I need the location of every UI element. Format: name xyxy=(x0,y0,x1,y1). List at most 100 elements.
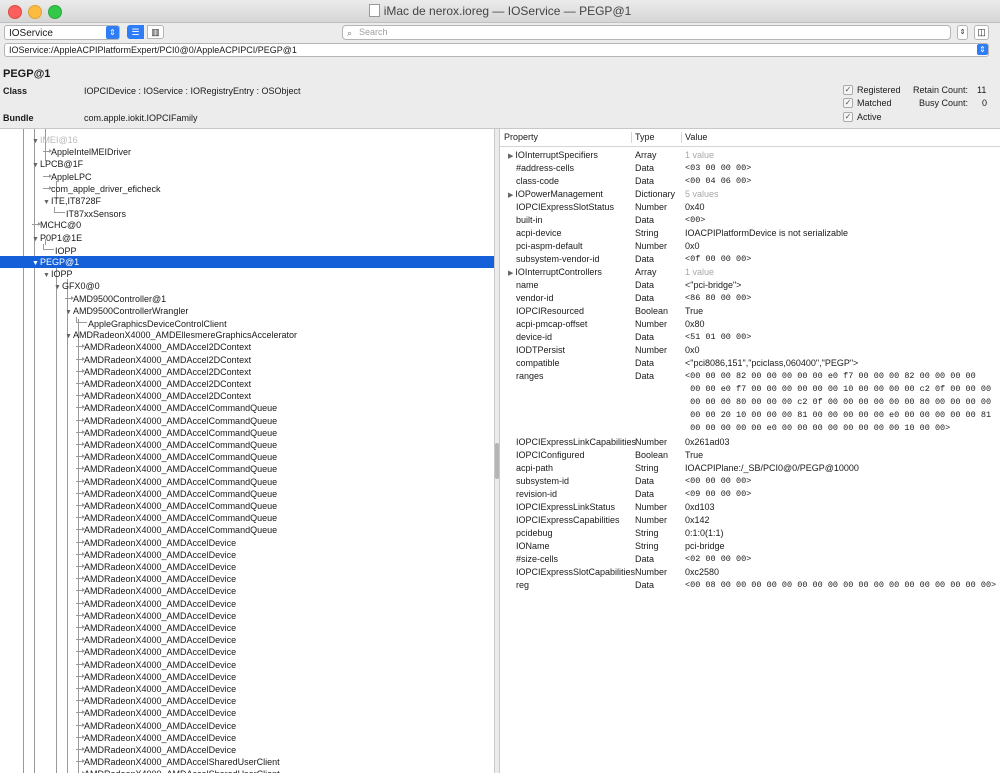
disclosure-triangle-icon[interactable]: ▼ xyxy=(32,162,39,169)
tree-node[interactable]: AMDRadeonX4000_AMDAccelDevice xyxy=(76,573,236,585)
tree-node[interactable]: ▼LPCB@1F xyxy=(32,158,83,170)
tree-node[interactable]: AMDRadeonX4000_AMDAccel2DContext xyxy=(76,354,251,366)
disclosure-triangle-icon[interactable]: ▼ xyxy=(32,138,39,145)
tree-node[interactable]: ▼IOPP xyxy=(43,268,72,280)
disclosure-triangle-icon[interactable]: ▼ xyxy=(32,236,39,243)
property-row[interactable]: compatible Data <"pci8086,151","pciclass,0… xyxy=(500,357,1000,369)
tree-node[interactable]: AMD9500Controller@1 xyxy=(65,293,166,305)
column-view-button[interactable]: ▥ xyxy=(147,25,164,39)
list-view-button[interactable]: ☰ xyxy=(127,25,144,39)
tree-node[interactable]: ▼ITE,IT8728F xyxy=(43,195,101,207)
tree-node[interactable]: AMDRadeonX4000_AMDAccelCommandQueue xyxy=(76,512,277,524)
property-row[interactable]: IOPCIExpressLinkCapabilities Number 0x261a… xyxy=(500,436,1000,448)
tree-node[interactable]: AMDRadeonX4000_AMDAccelDevice xyxy=(76,622,236,634)
tree-node[interactable]: AMDRadeonX4000_AMDAccelCommandQueue xyxy=(76,500,277,512)
column-header-property[interactable]: Property xyxy=(504,129,538,146)
tree-node[interactable]: AMDRadeonX4000_AMDAccel2DContext xyxy=(76,366,251,378)
plane-select[interactable]: IOService ⇕ xyxy=(4,25,120,40)
tree-node[interactable]: AMDRadeonX4000_AMDAccelDevice xyxy=(76,695,236,707)
tree-node[interactable]: AMDRadeonX4000_AMDAccelDevice xyxy=(76,598,236,610)
active-checkbox[interactable]: ✓ xyxy=(843,112,853,122)
property-row[interactable]: IOPCIExpressCapabilities Number 0x142 xyxy=(500,514,1000,526)
tree-node[interactable]: AMDRadeonX4000_AMDAccelSharedUserClient xyxy=(76,756,280,768)
tree-node[interactable]: ▼P0P1@1E xyxy=(32,232,82,244)
tree-node[interactable]: AMDRadeonX4000_AMDAccel2DContext xyxy=(76,390,251,402)
tree-node[interactable]: AMDRadeonX4000_AMDAccelDevice xyxy=(76,585,236,597)
tree-node[interactable]: IT87xxSensors xyxy=(54,207,126,219)
tree-node[interactable]: AMDRadeonX4000_AMDAccelCommandQueue xyxy=(76,427,277,439)
tree-node[interactable]: AMDRadeonX4000_AMDAccelDevice xyxy=(76,671,236,683)
property-row[interactable]: acpi-device String IOACPIPlatformDevice is… xyxy=(500,227,1000,239)
property-row[interactable]: #address-cells Data <03 00 00 00> xyxy=(500,162,1000,174)
property-row[interactable]: IOPCIExpressSlotCapabilities Number 0xc258… xyxy=(500,566,1000,578)
registered-checkbox[interactable]: ✓ xyxy=(843,85,853,95)
registry-tree[interactable]: ▼IMEI@16 AppleIntelMEIDriver ▼LPCB@1F Apple… xyxy=(0,129,494,773)
divider-grip[interactable] xyxy=(495,443,499,479)
tree-node[interactable]: AMDRadeonX4000_AMDAccelDevice xyxy=(76,707,236,719)
property-row[interactable]: subsystem-vendor-id Data <0f 00 00 00> xyxy=(500,253,1000,265)
tree-node[interactable]: AMDRadeonX4000_AMDAccelSharedUserClient xyxy=(76,768,280,773)
tree-node[interactable]: AMDRadeonX4000_AMDAccel2DContext xyxy=(76,341,251,353)
disclosure-triangle-icon[interactable]: ▼ xyxy=(43,199,50,206)
path-select[interactable]: IOService:/AppleACPIPlatformExpert/PCI0@… xyxy=(4,43,989,57)
property-row[interactable]: pci-aspm-default Number 0x0 xyxy=(500,240,1000,252)
property-row[interactable]: ▶ IOPowerManagement Dictionary 5 values xyxy=(500,188,1000,200)
disclosure-triangle-icon[interactable]: ▼ xyxy=(65,333,72,340)
property-row[interactable]: #size-cells Data <02 00 00 00> xyxy=(500,553,1000,565)
property-row[interactable]: subsystem-id Data <00 00 00 00> xyxy=(500,475,1000,487)
property-row[interactable]: IOPCIConfigured Boolean True xyxy=(500,449,1000,461)
tree-node[interactable]: AMDRadeonX4000_AMDAccelCommandQueue xyxy=(76,415,277,427)
disclosure-triangle-icon[interactable]: ▼ xyxy=(32,260,39,267)
inspector-toggle-button[interactable]: ◫ xyxy=(974,25,989,40)
tree-node[interactable]: AMDRadeonX4000_AMDAccelDevice xyxy=(76,646,236,658)
property-row[interactable]: IOName String pci-bridge xyxy=(500,540,1000,552)
property-row[interactable]: revision-id Data <09 00 00 00> xyxy=(500,488,1000,500)
tree-node[interactable]: ▼AMD9500ControllerWrangler xyxy=(65,305,188,317)
tree-node[interactable]: AMDRadeonX4000_AMDAccelDevice xyxy=(76,659,236,671)
tree-node[interactable]: AMDRadeonX4000_AMDAccelDevice xyxy=(76,720,236,732)
property-row[interactable]: built-in Data <00> xyxy=(500,214,1000,226)
tree-node[interactable]: AMDRadeonX4000_AMDAccelDevice xyxy=(76,634,236,646)
tree-node[interactable]: AMDRadeonX4000_AMDAccelCommandQueue xyxy=(76,488,277,500)
tree-node[interactable]: AMDRadeonX4000_AMDAccelDevice xyxy=(76,561,236,573)
column-header-type[interactable]: Type xyxy=(635,129,655,146)
disclosure-triangle-icon[interactable]: ▼ xyxy=(43,272,50,279)
property-row[interactable]: IODTPersist Number 0x0 xyxy=(500,344,1000,356)
tree-node[interactable]: AMDRadeonX4000_AMDAccelCommandQueue xyxy=(76,524,277,536)
tree-node[interactable]: AMDRadeonX4000_AMDAccelDevice xyxy=(76,683,236,695)
search-field[interactable]: ⌕ Search xyxy=(342,25,951,40)
disclosure-triangle-icon[interactable]: ▼ xyxy=(65,309,72,316)
property-row[interactable]: acpi-pmcap-offset Number 0x80 xyxy=(500,318,1000,330)
property-row[interactable]: ▶ IOInterruptControllers Array 1 value xyxy=(500,266,1000,278)
tree-node[interactable]: IOPP xyxy=(43,243,77,256)
tree-node[interactable]: AMDRadeonX4000_AMDAccelDevice xyxy=(76,744,236,756)
property-row[interactable]: IOPCIResourced Boolean True xyxy=(500,305,1000,317)
property-row[interactable]: name Data <"pci-bridge"> xyxy=(500,279,1000,291)
tree-node[interactable]: AppleGraphicsDeviceControlClient xyxy=(76,317,227,329)
property-row[interactable]: IOPCIExpressSlotStatus Number 0x40 xyxy=(500,201,1000,213)
tree-node[interactable]: AMDRadeonX4000_AMDAccelDevice xyxy=(76,537,236,549)
tree-node[interactable]: ▼PEGP@1 xyxy=(32,256,79,268)
property-row[interactable]: ranges Data <00 00 00 82 00 00 00 00 00 e0… xyxy=(500,370,1000,433)
tree-node[interactable]: ▼GFX0@0 xyxy=(54,280,100,292)
matched-checkbox[interactable]: ✓ xyxy=(843,98,853,108)
property-row[interactable]: vendor-id Data <86 80 00 00> xyxy=(500,292,1000,304)
column-header-value[interactable]: Value xyxy=(685,129,707,146)
property-row[interactable]: pcidebug String 0:1:0(1:1) xyxy=(500,527,1000,539)
tree-node[interactable]: ▼AMDRadeonX4000_AMDEllesmereGraphicsAcce… xyxy=(65,329,297,341)
tree-node[interactable]: ▼IMEI@16 xyxy=(32,134,78,146)
tree-node[interactable]: AMDRadeonX4000_AMDAccelCommandQueue xyxy=(76,451,277,463)
tree-node[interactable]: AppleLPC xyxy=(43,171,92,183)
tree-node[interactable]: AMDRadeonX4000_AMDAccelCommandQueue xyxy=(76,439,277,451)
tree-node[interactable]: com_apple_driver_eficheck xyxy=(43,183,161,195)
property-row[interactable]: acpi-path String IOACPIPlane:/_SB/PCI0@0/P… xyxy=(500,462,1000,474)
disclosure-triangle-icon[interactable]: ▼ xyxy=(54,284,61,291)
search-options-stepper[interactable]: ⇕ xyxy=(957,25,968,40)
property-row[interactable]: device-id Data <51 01 00 00> xyxy=(500,331,1000,343)
tree-node[interactable]: AppleIntelMEIDriver xyxy=(43,146,131,158)
tree-node[interactable]: AMDRadeonX4000_AMDAccelDevice xyxy=(76,732,236,744)
property-row[interactable]: class-code Data <00 04 06 00> xyxy=(500,175,1000,187)
tree-node[interactable]: MCHC@0 xyxy=(32,219,81,231)
tree-node[interactable]: AMDRadeonX4000_AMDAccelCommandQueue xyxy=(76,463,277,475)
property-row[interactable]: IOPCIExpressLinkStatus Number 0xd103 xyxy=(500,501,1000,513)
